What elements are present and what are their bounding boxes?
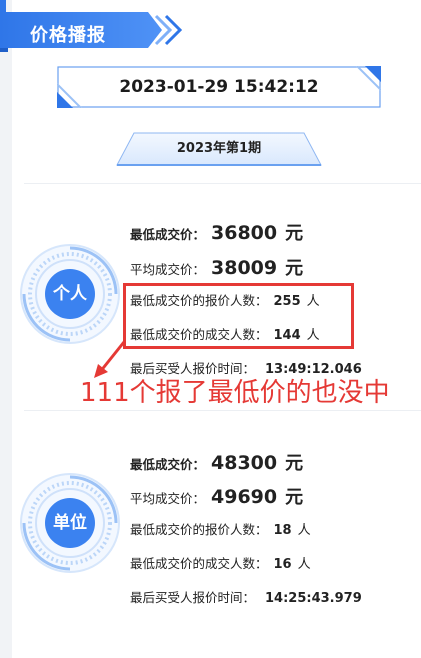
individual-avg-price-row: 平均成交价： 38009 元 bbox=[130, 254, 303, 280]
min-bidders-label: 最低成交价的报价人数： bbox=[130, 522, 268, 537]
company-badge-label: 单位 bbox=[53, 513, 87, 533]
individual-min-price-row: 最低成交价： 36800 元 bbox=[130, 219, 303, 245]
currency-unit: 元 bbox=[285, 258, 304, 279]
period-label: 2023年第1期 bbox=[176, 141, 262, 156]
last-bid-time: 14:25:43.979 bbox=[265, 591, 362, 606]
company-min-bidders-row: 最低成交价的报价人数： 18 人 bbox=[130, 519, 311, 538]
company-min-price-row: 最低成交价： 48300 元 bbox=[130, 449, 303, 475]
min-deals-value: 16 bbox=[273, 557, 292, 572]
avg-price-value: 49690 bbox=[211, 486, 278, 508]
currency-unit: 元 bbox=[285, 223, 304, 244]
currency-unit: 元 bbox=[285, 487, 304, 508]
avg-price-label: 平均成交价： bbox=[130, 262, 206, 277]
min-bidders-value: 18 bbox=[273, 523, 292, 538]
company-min-deals-row: 最低成交价的成交人数： 16 人 bbox=[130, 553, 311, 572]
divider bbox=[24, 410, 421, 411]
avg-price-value: 38009 bbox=[211, 257, 278, 279]
highlight-box bbox=[123, 283, 354, 349]
annotation-text: 111个报了最低价的也没中 bbox=[80, 378, 390, 408]
company-avg-price-row: 平均成交价： 49690 元 bbox=[130, 483, 303, 509]
currency-unit: 元 bbox=[285, 453, 304, 474]
company-last-bid-row: 最后买受人报价时间： 14:25:43.979 bbox=[130, 587, 362, 606]
datetime-box: 2023-01-29 15:42:12 bbox=[57, 66, 381, 108]
divider bbox=[24, 183, 421, 184]
broadcast-datetime: 2023-01-29 15:42:12 bbox=[119, 77, 319, 97]
section-title: 价格播报 bbox=[30, 25, 106, 46]
last-bid-label: 最后买受人报价时间： bbox=[130, 590, 256, 605]
avg-price-label: 平均成交价： bbox=[130, 491, 206, 506]
company-badge: 单位 bbox=[18, 471, 122, 575]
left-edge-strip bbox=[0, 0, 12, 658]
people-unit: 人 bbox=[297, 557, 311, 572]
min-price-label: 最低成交价： bbox=[130, 457, 206, 472]
individual-badge: 个人 bbox=[18, 242, 122, 346]
individual-badge-label: 个人 bbox=[53, 284, 87, 304]
min-price-value: 48300 bbox=[211, 452, 278, 474]
min-price-value: 36800 bbox=[211, 222, 278, 244]
people-unit: 人 bbox=[297, 523, 311, 538]
min-price-label: 最低成交价： bbox=[130, 227, 206, 242]
section-header: 价格播报 bbox=[0, 12, 190, 52]
min-deals-label: 最低成交价的成交人数： bbox=[130, 556, 268, 571]
period-tab: 2023年第1期 bbox=[116, 132, 322, 166]
